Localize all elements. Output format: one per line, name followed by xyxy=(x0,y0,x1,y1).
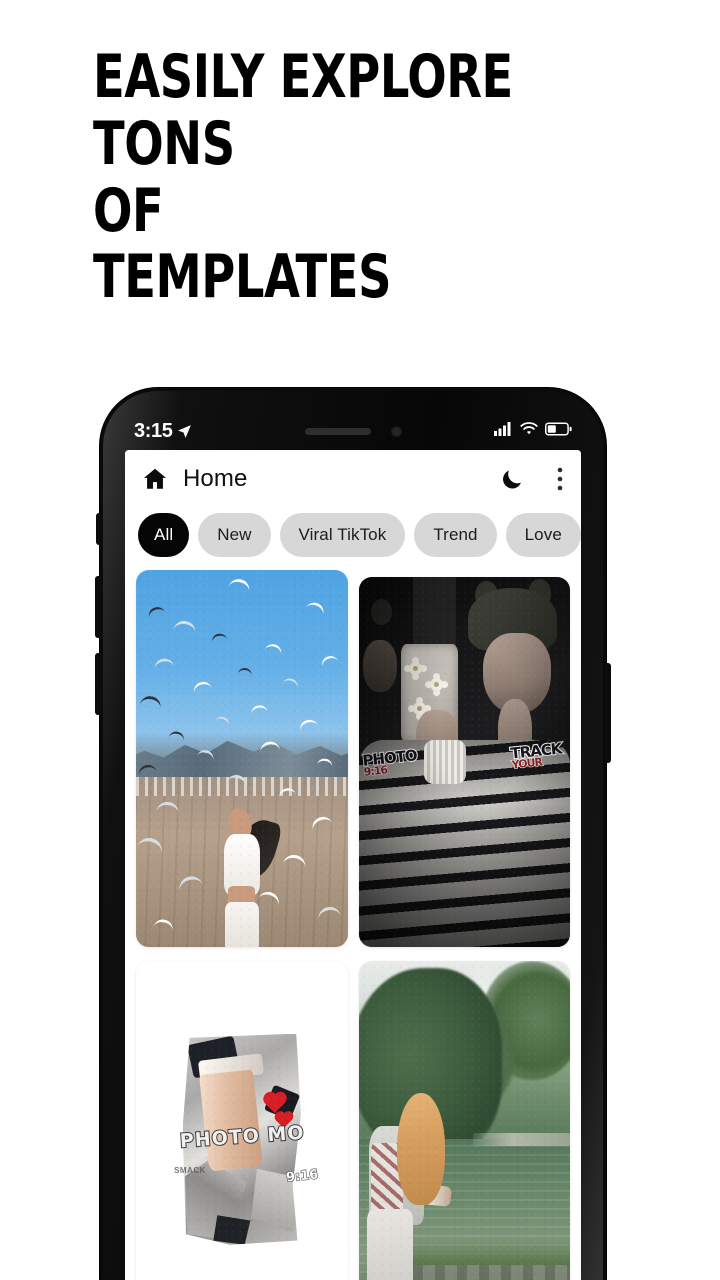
chip-trend[interactable]: Trend xyxy=(414,513,497,557)
headline-line-2: TONS xyxy=(93,108,235,179)
battery-icon xyxy=(545,421,572,441)
chip-all[interactable]: All xyxy=(138,513,190,557)
promo-headline: EASILY EXPLORE TONS OF TEMPLATES xyxy=(93,42,653,313)
home-icon[interactable] xyxy=(141,465,169,493)
volume-down-button[interactable] xyxy=(95,653,102,715)
speaker-grille xyxy=(304,427,371,435)
template-thumbnail xyxy=(358,961,570,1280)
template-card-photo-mo[interactable]: PHOTO MO 9:16 SMACK xyxy=(136,961,348,1280)
phone-screen: Home All New Viral TikTok Trend Love PHO… xyxy=(125,450,581,1280)
status-bar-right xyxy=(422,421,572,441)
category-chip-row[interactable]: All New Viral TikTok Trend Love TikTok T… xyxy=(125,508,581,562)
location-arrow-icon xyxy=(176,423,193,440)
app-bar: Home xyxy=(125,450,581,508)
phone-notch xyxy=(284,425,422,437)
template-thumbnail: PHOTO MO 9:16 SMACK xyxy=(136,961,348,1280)
template-column-right: PHOTO 9:16 TRACK YOUR xyxy=(358,570,570,1280)
volume-up-button[interactable] xyxy=(95,576,102,638)
cellular-signal-icon xyxy=(494,421,513,441)
collage-ratio-overlay: 9:16 xyxy=(284,1167,319,1186)
status-bar-time: 3:15 xyxy=(134,419,173,442)
front-camera-dot xyxy=(390,425,402,437)
template-card-seagulls[interactable] xyxy=(136,570,348,947)
promo-screenshot: EASILY EXPLORE TONS OF TEMPLATES 3:15 Ho… xyxy=(0,0,720,1280)
chip-viral-tiktok[interactable]: Viral TikTok xyxy=(279,513,406,557)
status-bar-left: 3:15 xyxy=(134,420,284,443)
status-bar: 3:15 xyxy=(100,416,606,446)
silent-switch[interactable] xyxy=(96,513,102,545)
headline-line-4: TEMPLATES xyxy=(93,242,392,313)
collage-small-overlay: SMACK xyxy=(174,1165,206,1175)
page-title: Home xyxy=(183,465,248,492)
more-vertical-icon[interactable] xyxy=(557,466,563,492)
phone-mockup: 3:15 Home All New Viral TikTok Trend Lov… xyxy=(95,388,611,1280)
template-card-pond[interactable] xyxy=(358,961,570,1280)
template-column-left: PHOTO MO 9:16 SMACK xyxy=(136,570,348,1280)
wifi-icon xyxy=(520,421,538,441)
moon-icon[interactable] xyxy=(499,466,525,492)
headline-line-3: OF xyxy=(93,175,164,246)
power-button[interactable] xyxy=(604,663,611,763)
template-thumbnail xyxy=(136,570,348,947)
template-thumbnail: PHOTO 9:16 TRACK YOUR xyxy=(358,577,570,947)
chip-love[interactable]: Love xyxy=(505,513,581,557)
headline-line-1: EASILY EXPLORE xyxy=(93,42,513,112)
template-card-dark-selfie[interactable]: PHOTO 9:16 TRACK YOUR xyxy=(358,577,570,947)
template-grid: PHOTO MO 9:16 SMACK xyxy=(125,562,581,1280)
chip-new[interactable]: New xyxy=(198,513,271,557)
